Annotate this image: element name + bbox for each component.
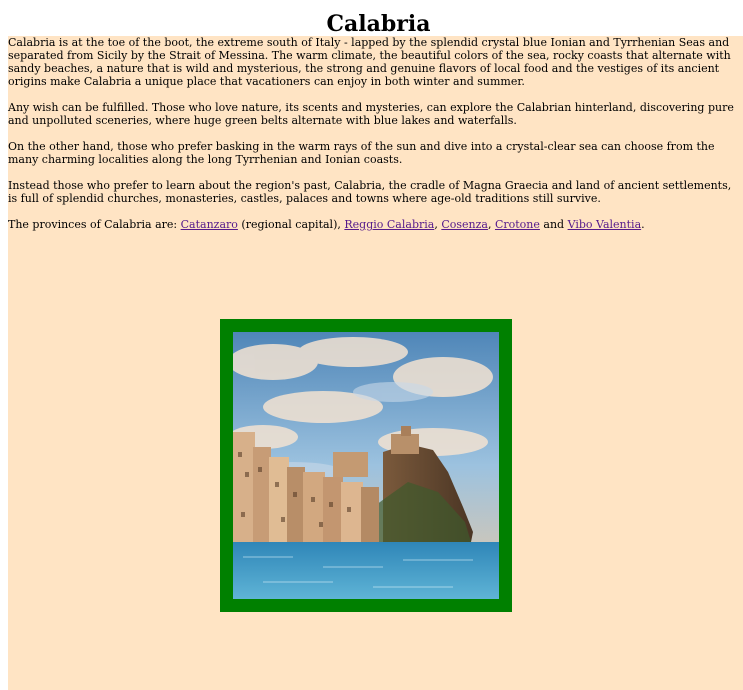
page-title: Calabria	[326, 11, 431, 37]
nature-paragraph: Any wish can be fulfilled. Those who lov…	[8, 101, 734, 127]
link-vibo-valentia[interactable]: Vibo Valentia	[568, 218, 642, 231]
provinces-intro: The provinces of Calabria are:	[8, 218, 181, 231]
link-cosenza[interactable]: Cosenza	[441, 218, 488, 231]
link-crotone[interactable]: Crotone	[495, 218, 540, 231]
coast-paragraph: On the other hand, those who prefer bask…	[8, 140, 715, 166]
separator: ,	[487, 218, 495, 231]
link-reggio-calabria[interactable]: Reggio Calabria	[344, 218, 434, 231]
link-catanzaro[interactable]: Catanzaro	[181, 218, 238, 231]
content-panel: Calabria is at the toe of the boot, the …	[8, 36, 743, 690]
conjunction: and	[539, 218, 568, 231]
calabria-coast-photo	[233, 332, 499, 599]
photo-frame	[220, 319, 512, 612]
capital-note: (regional capital),	[237, 218, 345, 231]
period: .	[641, 218, 645, 231]
history-paragraph: Instead those who prefer to learn about …	[8, 179, 732, 205]
provinces-paragraph: The provinces of Calabria are: Catanzaro…	[8, 218, 743, 231]
intro-paragraph: Calabria is at the toe of the boot, the …	[8, 36, 731, 88]
